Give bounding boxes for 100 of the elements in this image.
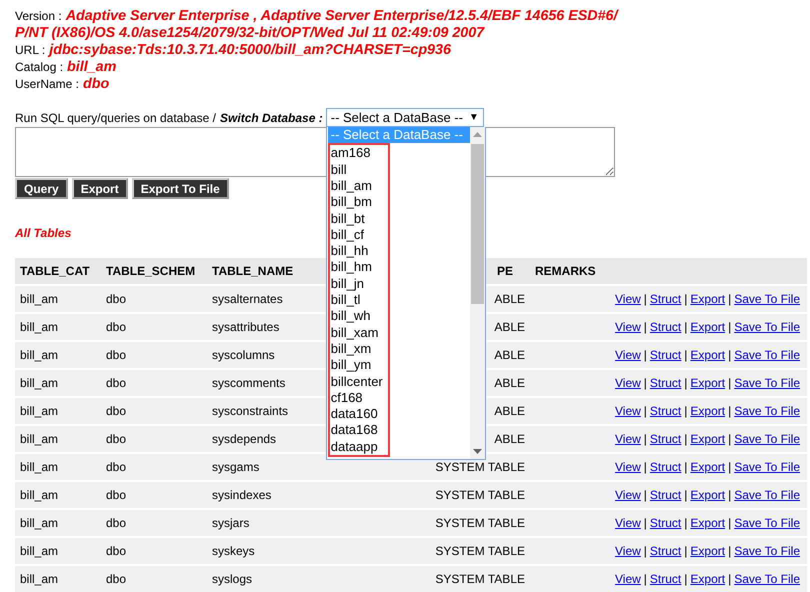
- table-action-link[interactable]: Export: [690, 516, 726, 530]
- dropdown-option[interactable]: bill: [330, 162, 388, 178]
- table-action-link[interactable]: Save To File: [734, 320, 800, 334]
- table-action-link[interactable]: Save To File: [734, 404, 800, 418]
- table-action-link[interactable]: View: [615, 432, 641, 446]
- dropdown-option[interactable]: bill_am: [330, 178, 388, 194]
- separator: |: [644, 460, 647, 474]
- separator: |: [644, 516, 647, 530]
- table-action-link[interactable]: Struct: [650, 460, 682, 474]
- table-action-link[interactable]: Struct: [650, 348, 682, 362]
- scroll-up-icon[interactable]: [472, 132, 482, 137]
- table-action-link[interactable]: Struct: [650, 432, 682, 446]
- separator: |: [684, 292, 688, 306]
- scrollbar[interactable]: [470, 127, 485, 459]
- dropdown-option[interactable]: bill_xam: [330, 324, 388, 341]
- dropdown-option[interactable]: bill_tl: [330, 292, 388, 308]
- table-action-link[interactable]: View: [615, 376, 641, 390]
- table-action-link[interactable]: View: [615, 348, 641, 362]
- action-button[interactable]: Export: [72, 178, 128, 199]
- info-label: UserName :: [15, 76, 80, 93]
- table-action-link[interactable]: Struct: [650, 544, 682, 558]
- separator: |: [728, 488, 732, 502]
- table-action-link[interactable]: Save To File: [734, 544, 800, 558]
- dropdown-option[interactable]: data160: [330, 406, 388, 422]
- table-action-link[interactable]: Export: [690, 292, 726, 306]
- table-action-link[interactable]: Export: [690, 544, 726, 558]
- separator: |: [644, 404, 647, 418]
- table-action-link[interactable]: View: [615, 488, 641, 502]
- separator: |: [684, 460, 688, 474]
- column-header: REMARKS: [530, 258, 610, 284]
- table-cell: bill_am: [15, 454, 101, 480]
- table-action-link[interactable]: View: [615, 544, 641, 558]
- table-action-link[interactable]: Export: [690, 460, 726, 474]
- separator: |: [644, 572, 647, 586]
- table-cell: SYSTEM TABLE: [417, 538, 530, 564]
- table-cell: sysindexes: [207, 482, 417, 508]
- table-cell: sysgams: [207, 454, 417, 480]
- table-action-link[interactable]: Save To File: [734, 376, 800, 390]
- table-action-link[interactable]: Save To File: [734, 572, 800, 586]
- table-action-link[interactable]: Struct: [650, 404, 682, 418]
- separator: |: [644, 376, 647, 390]
- switch-label: Switch Database :: [220, 110, 323, 124]
- separator: |: [684, 432, 688, 446]
- table-action-link[interactable]: Export: [690, 348, 726, 362]
- table-action-link[interactable]: Export: [690, 572, 726, 586]
- column-header: TABLE_CAT: [15, 258, 101, 284]
- table-action-link[interactable]: Struct: [650, 488, 682, 502]
- action-button[interactable]: Query: [15, 178, 68, 199]
- dropdown-option[interactable]: bill_cf: [330, 226, 388, 244]
- table-cell: dbo: [101, 286, 207, 312]
- table-action-link[interactable]: View: [615, 572, 641, 586]
- dropdown-option[interactable]: billcenter: [330, 374, 388, 390]
- separator: |: [728, 460, 732, 474]
- table-cell: syslogs: [207, 566, 417, 592]
- table-action-link[interactable]: Save To File: [734, 516, 800, 530]
- table-action-link[interactable]: View: [615, 292, 641, 306]
- table-action-link[interactable]: Save To File: [734, 460, 800, 474]
- dropdown-option[interactable]: bill_xm: [330, 340, 388, 358]
- dropdown-option[interactable]: am168: [330, 145, 388, 162]
- dropdown-option[interactable]: bill_hh: [330, 243, 388, 260]
- table-action-link[interactable]: Save To File: [734, 432, 800, 446]
- info-value: dbo: [83, 76, 110, 93]
- table-action-link[interactable]: Struct: [650, 320, 682, 334]
- table-action-link[interactable]: Save To File: [734, 292, 800, 306]
- dropdown-option[interactable]: bill_hm: [330, 259, 388, 276]
- table-cell: dbo: [101, 426, 207, 452]
- table-cell: SYSTEM TABLE: [417, 510, 530, 536]
- table-action-link[interactable]: Struct: [650, 376, 682, 390]
- table-action-link[interactable]: View: [615, 516, 641, 530]
- table-cell: dbo: [101, 566, 207, 592]
- separator: |: [728, 376, 732, 390]
- table-cell: dbo: [101, 454, 207, 480]
- dropdown-option[interactable]: bill_bt: [330, 210, 388, 227]
- table-action-link[interactable]: Export: [690, 320, 726, 334]
- table-action-link[interactable]: View: [615, 320, 641, 334]
- table-action-link[interactable]: View: [615, 460, 641, 474]
- table-cell: dbo: [101, 370, 207, 396]
- table-cell: sysjars: [207, 510, 417, 536]
- table-cell: dbo: [101, 342, 207, 368]
- table-action-link[interactable]: Export: [690, 404, 726, 418]
- table-action-link[interactable]: Struct: [650, 516, 682, 530]
- table-action-link[interactable]: Export: [690, 488, 726, 502]
- table-cell: bill_am: [15, 426, 101, 452]
- table-action-link[interactable]: Save To File: [734, 488, 800, 502]
- table-cell: syskeys: [207, 538, 417, 564]
- column-header: TABLE_SCHEM: [101, 258, 207, 284]
- table-action-link[interactable]: View: [615, 404, 641, 418]
- table-cell: bill_am: [15, 482, 101, 508]
- action-button[interactable]: Export To File: [132, 178, 229, 199]
- table-action-link[interactable]: Export: [690, 376, 726, 390]
- table-action-link[interactable]: Struct: [650, 292, 682, 306]
- separator: |: [728, 404, 732, 418]
- database-select[interactable]: -- Select a DataBase -- ▼: [326, 108, 484, 127]
- separator: |: [644, 488, 647, 502]
- dropdown-option[interactable]: bill_bm: [330, 194, 388, 211]
- table-action-link[interactable]: Struct: [650, 572, 682, 586]
- table-action-link[interactable]: Save To File: [734, 348, 800, 362]
- table-action-link[interactable]: Export: [690, 432, 726, 446]
- info-value: P/NT (IX86)/OS 4.0/ase1254/2079/32-bit/OPT/Wed Jul 11 02:49:09 2007: [15, 25, 484, 42]
- table-cell: bill_am: [15, 370, 101, 396]
